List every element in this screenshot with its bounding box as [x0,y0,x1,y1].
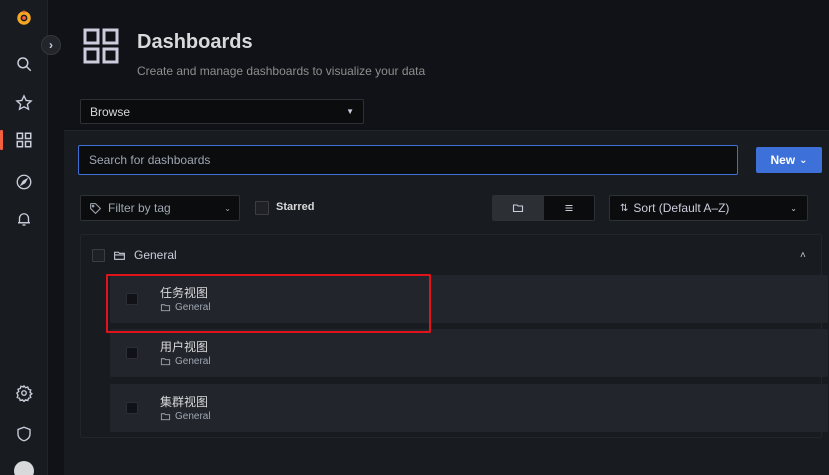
chevron-down-icon: ⌄ [790,203,797,213]
folder-view-button[interactable] [493,196,544,220]
dashboard-title[interactable]: 集群视图 [160,393,208,410]
page-title: Dashboards [137,31,253,53]
dashboard-row[interactable]: 用户视图 General [110,329,828,377]
search-icon[interactable] [12,52,36,76]
folder-checkbox[interactable] [92,248,105,262]
browse-select-value: Browse [90,104,131,119]
folder-icon [160,413,171,421]
page-subtitle: Create and manage dashboards to visualiz… [137,64,426,78]
dashboard-folder-name: General [175,356,211,367]
row-checkbox[interactable] [126,347,138,359]
active-indicator [0,130,3,150]
shield-icon[interactable] [12,422,36,446]
browse-select[interactable]: Browse ▼ [80,99,364,124]
dashboard-folder: General [160,411,211,422]
dashboards-icon[interactable] [12,128,36,152]
chevron-down-icon: ⌄ [224,203,231,213]
folder-header[interactable]: General [92,246,177,264]
user-avatar[interactable] [14,461,34,475]
folder-open-icon [114,251,125,260]
caret-down-icon: ▼ [346,107,354,116]
sort-select-value: Sort (Default A–Z) [633,201,730,215]
sidebar-expand-button[interactable]: › [41,35,61,55]
search-input[interactable] [78,145,738,175]
folder-icon [160,358,171,366]
row-checkbox[interactable] [126,402,138,414]
dashboard-row[interactable]: 集群视图 General [110,384,828,432]
sidebar [0,0,48,475]
dashboard-folder: General [160,356,211,367]
dashboard-folder-name: General [175,411,211,422]
tag-icon [90,202,102,214]
chevron-down-icon: ⌄ [799,154,808,166]
tag-filter-select[interactable]: Filter by tag ⌄ [80,195,240,221]
starred-checkbox[interactable] [255,201,269,215]
alerting-bell-icon[interactable] [12,207,36,231]
starred-label: Starred [276,201,315,213]
gear-icon[interactable] [12,381,36,405]
list-view-button[interactable] [544,196,595,220]
star-icon[interactable] [12,91,36,115]
chevron-right-icon: › [49,38,53,52]
view-toggle [492,195,595,221]
tag-filter-placeholder: Filter by tag [108,201,171,215]
dashboard-title[interactable]: 用户视图 [160,338,208,355]
new-button[interactable]: New ⌄ [756,147,822,173]
annotation-highlight-box [106,274,431,333]
chevron-up-icon[interactable]: ˄ [800,250,806,261]
sort-icon: ⇅ [620,202,629,214]
folder-name: General [134,248,177,262]
explore-compass-icon[interactable] [12,170,36,194]
new-button-label: New [770,153,796,167]
grafana-logo-icon[interactable] [12,6,36,30]
sort-select[interactable]: ⇅ Sort (Default A–Z) ⌄ [609,195,808,221]
folder-icon [513,204,524,213]
list-icon [565,205,573,211]
dashboards-page-icon [83,28,119,64]
